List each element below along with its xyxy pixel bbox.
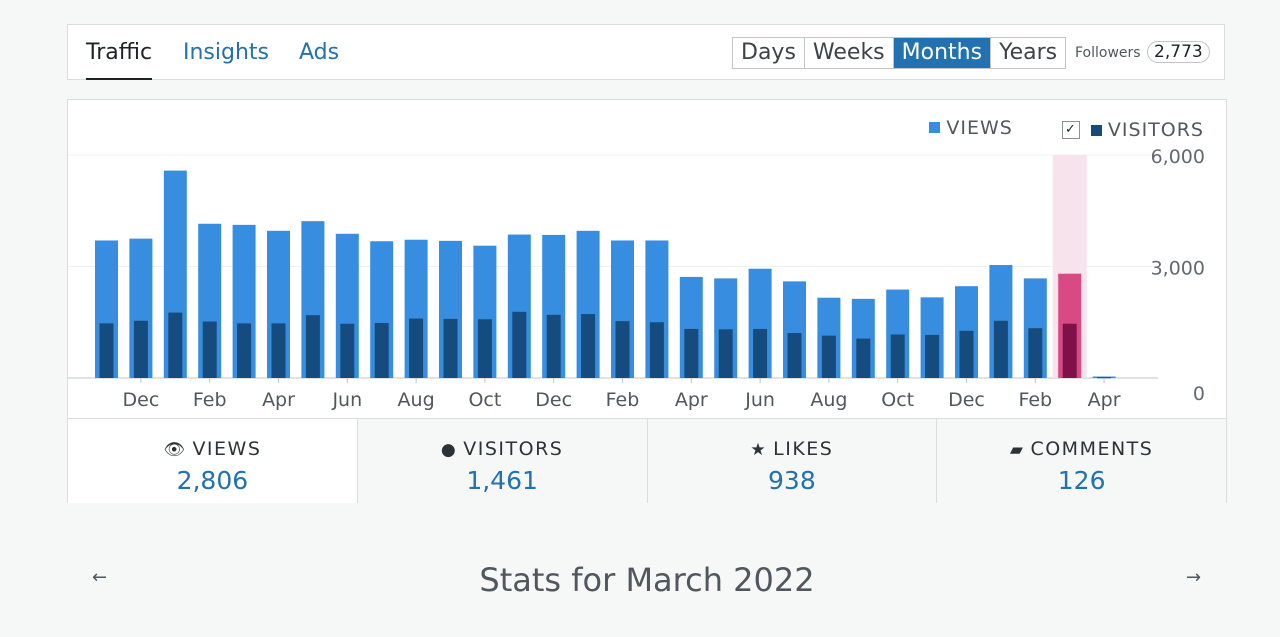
visitors-bar xyxy=(993,320,1008,378)
y-tick-label: 6,000 xyxy=(1151,146,1205,168)
stat-likes-value: 938 xyxy=(768,466,816,495)
visitors-bar xyxy=(409,318,424,378)
visitors-bar xyxy=(340,323,355,378)
visitors-bar xyxy=(443,318,458,378)
x-tick-label: Feb xyxy=(606,389,640,411)
stat-likes[interactable]: ★ LIKES 938 xyxy=(647,419,938,503)
visitors-bar xyxy=(684,328,699,378)
visitors-bar xyxy=(374,322,389,378)
person-icon: ● xyxy=(440,440,458,460)
period-days-button[interactable]: Days xyxy=(733,38,805,68)
visitors-bar xyxy=(649,322,664,378)
visitors-bar xyxy=(1062,323,1077,378)
tab-insights[interactable]: Insights xyxy=(183,25,269,80)
star-icon: ★ xyxy=(750,440,768,460)
visitors-bar xyxy=(168,312,183,378)
x-tick-label: Dec xyxy=(123,389,160,411)
stat-comments[interactable]: ▰ COMMENTS 126 xyxy=(937,419,1226,503)
period-years-button[interactable]: Years xyxy=(991,38,1065,68)
followers-label: Followers xyxy=(1075,45,1141,61)
stat-visitors-value: 1,461 xyxy=(466,466,538,495)
visitors-bar xyxy=(615,321,630,378)
tab-traffic[interactable]: Traffic xyxy=(86,25,153,80)
comment-icon: ▰ xyxy=(1009,440,1025,460)
stat-visitors[interactable]: ● VISITORS 1,461 xyxy=(357,419,648,503)
y-tick-label: 3,000 xyxy=(1151,258,1205,280)
visitors-bar xyxy=(753,328,768,378)
period-selector: Days Weeks Months Years xyxy=(732,37,1067,69)
period-weeks-button[interactable]: Weeks xyxy=(805,38,894,68)
visitors-bar xyxy=(202,321,217,378)
visitors-bar xyxy=(99,323,114,378)
stat-comments-value: 126 xyxy=(1057,466,1106,495)
stat-likes-label: LIKES xyxy=(773,438,834,460)
x-tick-label: Apr xyxy=(675,389,708,411)
x-tick-label: Feb xyxy=(1018,389,1052,411)
visitors-bar xyxy=(1028,328,1043,378)
x-tick-label: Jun xyxy=(744,389,775,411)
x-tick-label: Apr xyxy=(262,389,295,411)
period-title: Stats for March 2022 xyxy=(479,561,815,599)
x-tick-label: Oct xyxy=(468,389,501,411)
stat-likes-label-row: ★ LIKES xyxy=(648,438,937,460)
x-tick-label: Apr xyxy=(1088,389,1121,411)
x-tick-label: Feb xyxy=(193,389,227,411)
stat-views-label-row: 👁 VIEWS xyxy=(68,438,357,460)
x-tick-label: Jun xyxy=(331,389,362,411)
stat-visitors-label-row: ● VISITORS xyxy=(358,438,647,460)
stat-views-value: 2,806 xyxy=(176,466,249,495)
stat-comments-label: COMMENTS xyxy=(1030,438,1154,460)
stats-summary-row: 👁 VIEWS 2,806 ● VISITORS 1,461 ★ LIKES 938 … xyxy=(68,418,1226,503)
stats-tab-bar: Traffic Insights Ads Days Weeks Months Y… xyxy=(67,24,1225,80)
stat-comments-label-row: ▰ COMMENTS xyxy=(937,438,1226,460)
x-tick-label: Dec xyxy=(948,389,985,411)
x-tick-label: Aug xyxy=(398,389,435,411)
visitors-bar xyxy=(305,315,320,378)
tab-ads[interactable]: Ads xyxy=(299,25,339,80)
period-months-button[interactable]: Months xyxy=(893,38,992,68)
x-tick-label: Oct xyxy=(881,389,914,411)
visitors-bar xyxy=(271,323,286,378)
visitors-bar xyxy=(133,320,148,378)
visitors-bar xyxy=(925,334,940,378)
x-tick-label: Aug xyxy=(810,389,847,411)
stat-views-label: VIEWS xyxy=(192,438,262,460)
x-tick-label: Dec xyxy=(535,389,572,411)
visitors-bar xyxy=(237,323,252,378)
visitors-bar xyxy=(477,319,492,378)
stat-visitors-label: VISITORS xyxy=(463,438,564,460)
visitors-bar xyxy=(890,334,905,378)
visitors-bar xyxy=(821,335,836,378)
traffic-chart-card: VIEWS ✓ VISITORS Dec Feb Apr Jun Aug Oct Dec Fe… xyxy=(67,99,1227,503)
visitors-bar xyxy=(959,330,974,378)
eye-icon: 👁 xyxy=(163,440,187,460)
visitors-bar xyxy=(718,329,733,378)
stat-views[interactable]: 👁 VIEWS 2,806 xyxy=(68,419,358,503)
followers-badge: 2,773 xyxy=(1147,41,1210,63)
y-tick-label: 0 xyxy=(1193,383,1205,405)
arrow-right-icon[interactable]: → xyxy=(1186,567,1201,588)
period-navigation: ← Stats for March 2022 → xyxy=(0,555,1280,605)
visitors-bar xyxy=(512,311,527,378)
visitors-bar xyxy=(546,314,561,378)
visitors-bar xyxy=(856,338,871,378)
visitors-bar xyxy=(787,333,802,378)
traffic-bar-chart: Dec Feb Apr Jun Aug Oct Dec Feb Apr Jun Aug Oct Dec F… xyxy=(68,146,1205,411)
followers-count[interactable]: Followers 2,773 xyxy=(1075,41,1210,63)
visitors-bar xyxy=(581,314,596,378)
